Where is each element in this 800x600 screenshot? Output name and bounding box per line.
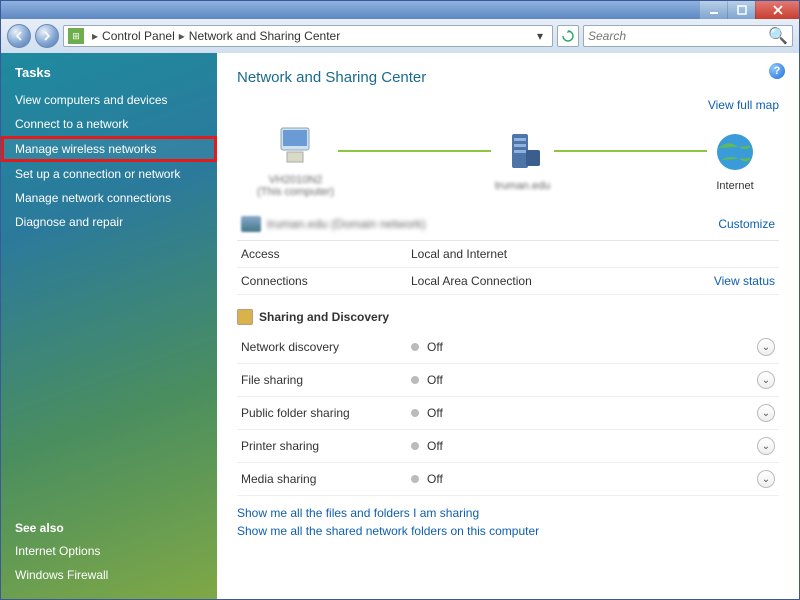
expand-button[interactable]: ⌄ <box>757 437 775 455</box>
back-button[interactable] <box>7 24 31 48</box>
close-button[interactable] <box>755 1 799 19</box>
task-setup-connection[interactable]: Set up a connection or network <box>1 162 217 186</box>
show-files-link[interactable]: Show me all the files and folders I am s… <box>237 506 779 520</box>
network-name: truman.edu (Domain network) <box>267 217 718 231</box>
map-node-internet: Internet <box>711 128 759 192</box>
connections-row: Connections Local Area Connection View s… <box>237 268 779 295</box>
map-node-label: truman.edu <box>495 180 551 192</box>
status-dot <box>411 409 419 417</box>
sharing-value: Off <box>427 439 757 453</box>
tasks-heading: Tasks <box>1 65 217 88</box>
sharing-value: Off <box>427 340 757 354</box>
sharing-row-media-sharing: Media sharing Off ⌄ <box>237 463 779 496</box>
connections-label: Connections <box>241 274 411 288</box>
customize-link[interactable]: Customize <box>718 217 775 231</box>
sharing-key: Network discovery <box>241 340 411 354</box>
view-status-link[interactable]: View status <box>714 274 775 288</box>
search-box[interactable]: 🔍 <box>583 25 793 47</box>
main-panel: ? Network and Sharing Center View full m… <box>217 53 799 599</box>
computer-icon <box>272 122 320 170</box>
sharing-heading: Sharing and Discovery <box>259 310 389 324</box>
minimize-button[interactable] <box>699 1 727 19</box>
map-node-label: VH2010N2 <box>257 174 334 186</box>
server-icon <box>499 128 547 176</box>
refresh-button[interactable] <box>557 25 579 47</box>
task-manage-connections[interactable]: Manage network connections <box>1 186 217 210</box>
map-node-label: Internet <box>711 180 759 192</box>
access-value: Local and Internet <box>411 247 775 261</box>
search-input[interactable] <box>588 29 768 43</box>
see-also-internet-options[interactable]: Internet Options <box>1 539 217 563</box>
sharing-icon <box>237 309 253 325</box>
breadcrumb[interactable]: ⊞ ▸ Control Panel ▸ Network and Sharing … <box>63 25 553 47</box>
control-panel-icon: ⊞ <box>68 28 84 44</box>
sharing-key: Public folder sharing <box>241 406 411 420</box>
see-also-heading: See also <box>1 511 217 539</box>
sharing-row-network-discovery: Network discovery Off ⌄ <box>237 331 779 364</box>
globe-icon <box>711 128 759 176</box>
view-full-map-link[interactable]: View full map <box>708 98 779 112</box>
sharing-section-title: Sharing and Discovery <box>237 309 779 325</box>
breadcrumb-part[interactable]: Network and Sharing Center <box>189 29 340 43</box>
task-view-computers[interactable]: View computers and devices <box>1 88 217 112</box>
map-node-computer: VH2010N2 (This computer) <box>257 122 334 198</box>
sharing-key: File sharing <box>241 373 411 387</box>
sharing-key: Printer sharing <box>241 439 411 453</box>
expand-button[interactable]: ⌄ <box>757 338 775 356</box>
map-node-sublabel: (This computer) <box>257 186 334 198</box>
connections-value: Local Area Connection <box>411 274 714 288</box>
map-connection-line <box>554 150 707 152</box>
window: ⊞ ▸ Control Panel ▸ Network and Sharing … <box>0 0 800 600</box>
search-icon[interactable]: 🔍 <box>768 26 788 46</box>
status-dot <box>411 376 419 384</box>
page-title: Network and Sharing Center <box>237 69 779 86</box>
status-dot <box>411 343 419 351</box>
see-also-windows-firewall[interactable]: Windows Firewall <box>1 563 217 587</box>
sharing-row-printer-sharing: Printer sharing Off ⌄ <box>237 430 779 463</box>
sharing-row-file-sharing: File sharing Off ⌄ <box>237 364 779 397</box>
network-map: VH2010N2 (This computer) truman.edu Inte… <box>237 116 779 208</box>
network-icon <box>241 216 261 232</box>
status-dot <box>411 475 419 483</box>
expand-button[interactable]: ⌄ <box>757 371 775 389</box>
forward-button[interactable] <box>35 24 59 48</box>
breadcrumb-part[interactable]: Control Panel <box>102 29 175 43</box>
content-area: Tasks View computers and devices Connect… <box>1 53 799 599</box>
expand-button[interactable]: ⌄ <box>757 470 775 488</box>
network-header-row: truman.edu (Domain network) Customize <box>237 208 779 241</box>
bottom-links: Show me all the files and folders I am s… <box>237 506 779 538</box>
map-connection-line <box>338 150 491 152</box>
breadcrumb-sep: ▸ <box>179 29 185 43</box>
breadcrumb-sep: ▸ <box>92 29 98 43</box>
titlebar <box>1 1 799 19</box>
expand-button[interactable]: ⌄ <box>757 404 775 422</box>
sharing-key: Media sharing <box>241 472 411 486</box>
sharing-value: Off <box>427 373 757 387</box>
sharing-row-public-folder: Public folder sharing Off ⌄ <box>237 397 779 430</box>
task-connect-network[interactable]: Connect to a network <box>1 112 217 136</box>
maximize-button[interactable] <box>727 1 755 19</box>
sidebar: Tasks View computers and devices Connect… <box>1 53 217 599</box>
status-dot <box>411 442 419 450</box>
help-icon[interactable]: ? <box>769 63 785 79</box>
task-diagnose-repair[interactable]: Diagnose and repair <box>1 210 217 234</box>
breadcrumb-dropdown[interactable]: ▾ <box>532 29 548 43</box>
sharing-value: Off <box>427 472 757 486</box>
sharing-value: Off <box>427 406 757 420</box>
access-label: Access <box>241 247 411 261</box>
map-node-domain: truman.edu <box>495 128 551 192</box>
show-folders-link[interactable]: Show me all the shared network folders o… <box>237 524 779 538</box>
address-bar: ⊞ ▸ Control Panel ▸ Network and Sharing … <box>1 19 799 53</box>
access-row: Access Local and Internet <box>237 241 779 268</box>
task-manage-wireless[interactable]: Manage wireless networks <box>1 136 217 162</box>
